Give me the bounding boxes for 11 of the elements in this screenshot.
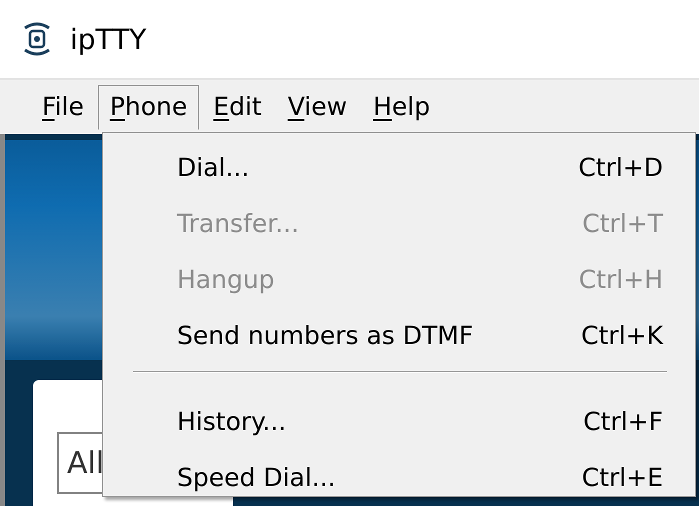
menu-item[interactable]: Help	[361, 84, 442, 130]
menu-entry[interactable]: Send numbers as DTMF Ctrl+K	[103, 307, 695, 363]
menu-entry[interactable]: History... Ctrl+F	[103, 393, 695, 449]
menu-item[interactable]: Edit	[201, 84, 274, 130]
menu-item[interactable]: View	[276, 84, 360, 130]
window-title: ipTTY	[70, 22, 146, 56]
menu-item[interactable]: File	[30, 84, 96, 130]
app-icon	[22, 21, 52, 57]
menu-entry[interactable]: Speed Dial... Ctrl+E	[103, 449, 695, 505]
menu-item[interactable]: Phone	[98, 84, 200, 130]
menu-entry[interactable]: Dial... Ctrl+D	[103, 139, 695, 195]
